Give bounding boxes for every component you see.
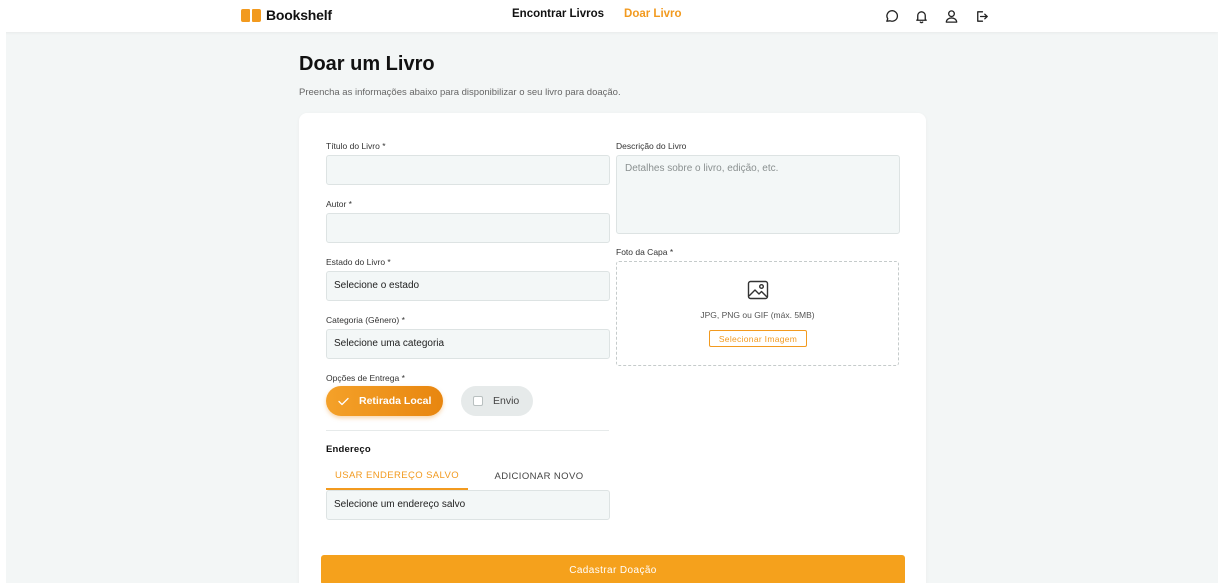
check-icon [338, 397, 349, 405]
condition-label: Estado do Livro * [326, 257, 391, 267]
page-title: Doar um Livro [299, 53, 435, 75]
cover-upload-dropzone[interactable]: JPG, PNG ou GIF (máx. 5MB) Selecionar Im… [616, 261, 899, 366]
header-actions [882, 7, 990, 25]
description-textarea[interactable] [616, 155, 900, 234]
app-logo[interactable]: Bookshelf [241, 7, 332, 23]
section-divider [326, 430, 609, 431]
tab-add-new-address[interactable]: ADICIONAR NOVO [468, 462, 610, 490]
app-name: Bookshelf [266, 7, 332, 23]
top-navbar: Bookshelf Encontrar Livros Doar Livro [0, 0, 1218, 32]
select-image-button[interactable]: Selecionar Imagem [709, 330, 807, 347]
nav-donate-book[interactable]: Doar Livro [624, 8, 682, 20]
saved-address-select-value: Selecione um endereço salvo [334, 499, 466, 510]
side-strip [0, 32, 6, 583]
author-label: Autor * [326, 199, 352, 209]
checkbox-icon [473, 396, 483, 406]
title-input[interactable] [326, 155, 610, 185]
address-section-title: Endereço [326, 444, 371, 455]
submit-donation-button[interactable]: Cadastrar Doação [321, 555, 905, 583]
category-label: Categoria (Gênero) * [326, 315, 405, 325]
delivery-label: Opções de Entrega * [326, 373, 405, 383]
page-subtitle: Preencha as informações abaixo para disp… [299, 87, 621, 98]
main-nav: Encontrar Livros Doar Livro [512, 8, 682, 20]
condition-select-value: Selecione o estado [334, 280, 420, 291]
tab-use-saved-address[interactable]: USAR ENDEREÇO SALVO [326, 462, 468, 490]
cover-label: Foto da Capa * [616, 247, 674, 257]
logout-icon[interactable] [972, 7, 990, 25]
nav-find-books[interactable]: Encontrar Livros [512, 8, 604, 20]
delivery-option-local-pickup-label: Retirada Local [359, 395, 432, 407]
title-label: Título do Livro * [326, 141, 386, 151]
delivery-option-shipping-label: Envio [493, 395, 520, 407]
book-icon [241, 8, 261, 22]
cover-upload-hint: JPG, PNG ou GIF (máx. 5MB) [700, 310, 815, 320]
delivery-option-local-pickup[interactable]: Retirada Local [326, 386, 443, 416]
image-icon [747, 280, 769, 305]
delivery-option-shipping[interactable]: Envio [461, 386, 533, 416]
author-input[interactable] [326, 213, 610, 243]
user-icon[interactable] [942, 7, 960, 25]
description-label: Descrição do Livro [616, 141, 687, 151]
category-select-value: Selecione uma categoria [334, 338, 445, 349]
bell-icon[interactable] [912, 7, 930, 25]
chat-icon[interactable] [882, 7, 900, 25]
